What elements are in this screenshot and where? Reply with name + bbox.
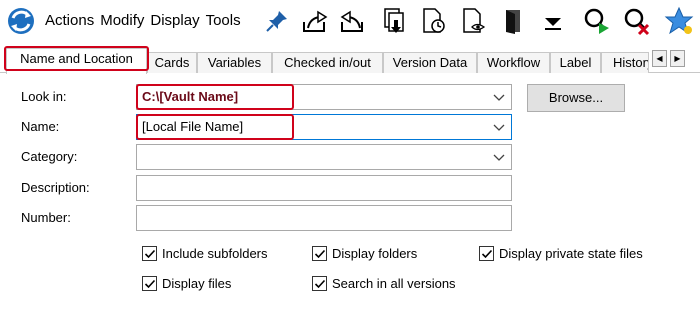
chevron-down-icon[interactable] <box>492 90 506 104</box>
look-in-value: C:\[Vault Name] <box>142 89 239 104</box>
clear-search-icon[interactable] <box>622 6 652 36</box>
menu-actions[interactable]: Actions <box>44 11 99 31</box>
look-in-label: Look in: <box>21 89 67 104</box>
checkmark-icon <box>314 249 326 259</box>
open-folder-icon[interactable] <box>498 6 528 36</box>
chevron-down-icon[interactable] <box>492 120 506 134</box>
tab-name-and-location[interactable]: Name and Location <box>6 48 147 74</box>
get-latest-icon[interactable] <box>380 6 410 36</box>
view-file-icon[interactable] <box>458 6 488 36</box>
checkbox-box[interactable] <box>479 246 494 261</box>
menu-tools[interactable]: Tools <box>205 11 246 31</box>
check-in-icon[interactable] <box>300 6 330 36</box>
pin-icon[interactable] <box>262 6 292 36</box>
tab-scroll-right-button[interactable]: ▶ <box>670 50 685 67</box>
check-out-icon[interactable] <box>338 6 368 36</box>
category-combobox[interactable] <box>136 144 512 170</box>
category-label: Category: <box>21 149 78 164</box>
number-input[interactable] <box>136 205 512 231</box>
number-label: Number: <box>21 210 71 225</box>
dropdown-arrow-icon[interactable] <box>538 6 568 36</box>
display-files-checkbox[interactable]: Display files <box>142 276 231 291</box>
include-subfolders-checkbox[interactable]: Include subfolders <box>142 246 268 261</box>
browse-button[interactable]: Browse... <box>527 84 625 112</box>
name-combobox[interactable]: [Local File Name] <box>136 114 512 140</box>
checkbox-label: Display private state files <box>499 246 643 261</box>
description-label: Description: <box>21 180 90 195</box>
favorites-star-icon[interactable] <box>664 6 694 36</box>
checkbox-label: Display files <box>162 276 232 291</box>
display-folders-checkbox[interactable]: Display folders <box>312 246 417 261</box>
checkbox-box[interactable] <box>312 276 327 291</box>
checkmark-icon <box>314 279 326 289</box>
checkbox-box[interactable] <box>312 246 327 261</box>
tab-version-data[interactable]: Version Data <box>383 52 477 73</box>
checkmark-icon <box>481 249 493 259</box>
checkmark-icon <box>144 279 156 289</box>
checkbox-label: Include subfolders <box>162 246 268 261</box>
tab-variables[interactable]: Variables <box>197 52 272 73</box>
name-label: Name: <box>21 119 60 134</box>
file-history-icon[interactable] <box>418 6 448 36</box>
checkbox-box[interactable] <box>142 246 157 261</box>
checkbox-box[interactable] <box>142 276 157 291</box>
description-input[interactable] <box>136 175 512 201</box>
menu-display[interactable]: Display <box>149 11 204 31</box>
app-logo-icon <box>8 8 34 34</box>
menu-bar: Actions Modify Display Tools <box>44 11 246 31</box>
display-private-state-files-checkbox[interactable]: Display private state files <box>479 246 643 261</box>
tab-checked-in-out[interactable]: Checked in/out <box>272 52 383 73</box>
search-in-all-versions-checkbox[interactable]: Search in all versions <box>312 276 456 291</box>
chevron-down-icon[interactable] <box>492 150 506 164</box>
name-value: [Local File Name] <box>142 119 244 134</box>
toolbar: Actions Modify Display Tools <box>0 0 700 44</box>
checkbox-label: Display folders <box>332 246 418 261</box>
checkbox-label: Search in all versions <box>332 276 456 291</box>
look-in-combobox[interactable]: C:\[Vault Name] <box>136 84 512 110</box>
find-go-icon[interactable] <box>582 6 612 36</box>
tab-workflow[interactable]: Workflow <box>477 52 550 73</box>
tab-scroll-left-button[interactable]: ◀ <box>652 50 667 67</box>
menu-modify[interactable]: Modify <box>99 11 149 31</box>
tab-history[interactable]: History <box>601 52 649 73</box>
tab-cards[interactable]: Cards <box>147 52 197 73</box>
tab-label[interactable]: Label <box>550 52 601 73</box>
checkmark-icon <box>144 249 156 259</box>
tab-bar: Name and Location Cards Variables Checke… <box>0 48 700 74</box>
